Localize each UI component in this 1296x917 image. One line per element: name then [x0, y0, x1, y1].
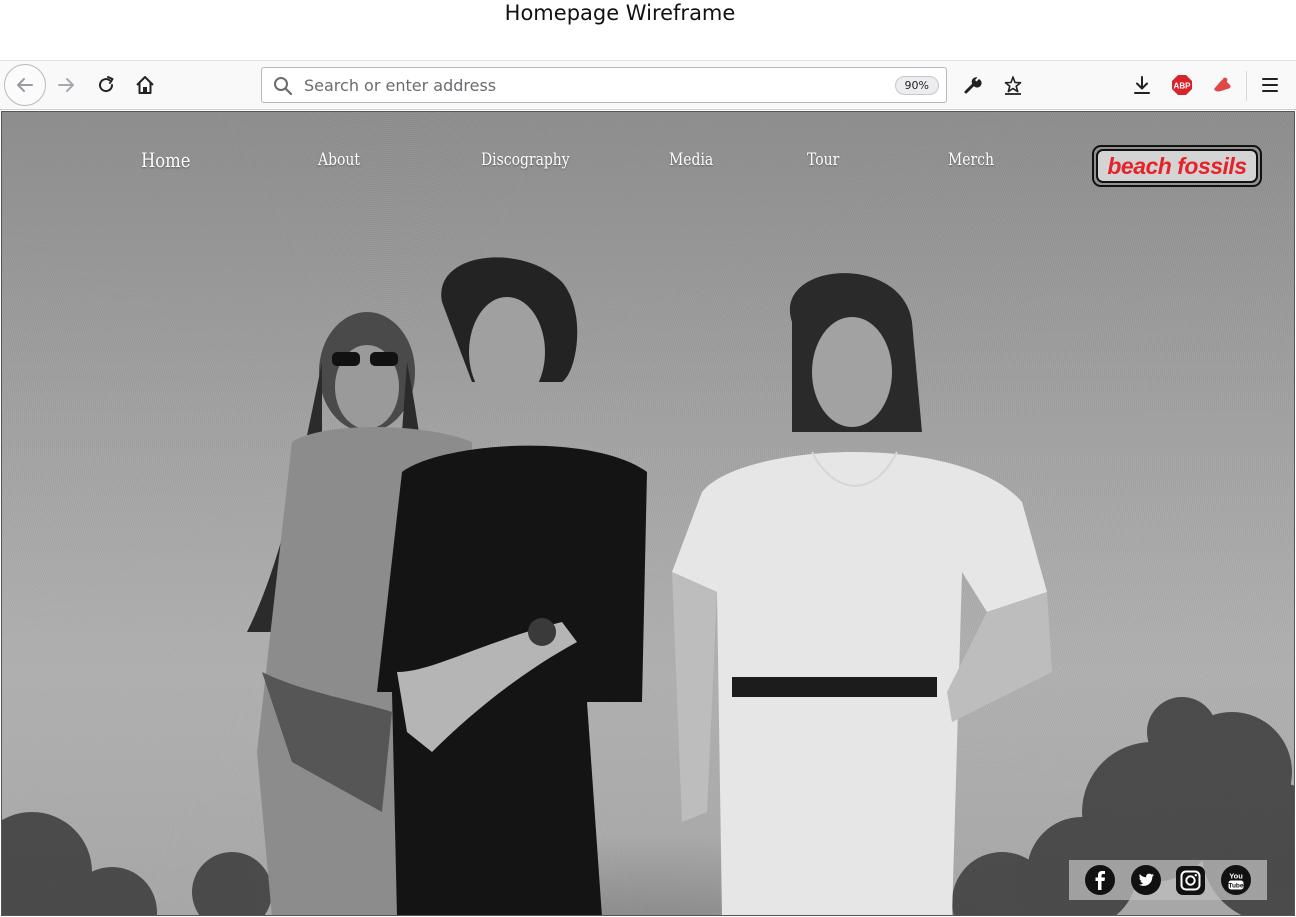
twitter-glyph: [1138, 873, 1154, 886]
band-logo-text: beach fossils: [1107, 152, 1247, 179]
svg-text:You: You: [1229, 872, 1243, 881]
instagram-glyph: [1180, 870, 1201, 890]
nav-merch[interactable]: Merch: [948, 150, 994, 178]
website-viewport: Home About Discography Media Tour Merch …: [1, 111, 1295, 916]
reload-button[interactable]: [88, 61, 124, 109]
facebook-icon[interactable]: [1084, 865, 1115, 895]
menu-button[interactable]: [1252, 61, 1288, 109]
address-bar[interactable]: 90%: [261, 67, 947, 103]
instagram-icon[interactable]: [1176, 865, 1206, 895]
forward-icon: [58, 78, 74, 92]
zoom-level-badge[interactable]: 90%: [894, 76, 939, 95]
back-button[interactable]: [4, 64, 46, 106]
bookmark-star-icon: [1004, 76, 1022, 95]
wrench-icon: [964, 77, 982, 94]
band-photo: [2, 257, 1294, 915]
extension-icon: [1214, 77, 1231, 92]
nav-discography[interactable]: Discography: [481, 150, 570, 178]
social-links-bar: You Tube: [1069, 860, 1267, 900]
svg-text:Tube: Tube: [1229, 883, 1244, 890]
band-logo[interactable]: beach fossils: [1092, 145, 1262, 187]
forward-button[interactable]: [48, 61, 84, 109]
toolbar-divider: [1246, 71, 1247, 101]
reload-icon: [99, 76, 114, 93]
band-logo-frame: beach fossils: [1096, 149, 1258, 183]
adblock-plus-icon: ABP: [1172, 75, 1192, 95]
twitter-icon[interactable]: [1130, 865, 1161, 895]
home-button[interactable]: [127, 61, 163, 109]
youtube-glyph: You Tube: [1229, 872, 1244, 890]
home-icon: [136, 76, 154, 94]
svg-text:ABP: ABP: [1174, 82, 1192, 91]
youtube-icon[interactable]: You Tube: [1221, 865, 1252, 895]
download-icon: [1134, 76, 1150, 94]
adblock-plus-button[interactable]: ABP: [1164, 61, 1200, 109]
facebook-glyph: [1095, 871, 1105, 890]
extension-button[interactable]: [1204, 61, 1240, 109]
address-input[interactable]: [304, 68, 864, 102]
downloads-button[interactable]: [1124, 61, 1160, 109]
nav-tour[interactable]: Tour: [807, 150, 839, 178]
back-icon: [17, 78, 33, 92]
hamburger-menu-icon: [1262, 78, 1278, 92]
browser-toolbar: 90% ABP: [0, 60, 1296, 110]
bookmarks-button[interactable]: [995, 61, 1031, 109]
nav-media[interactable]: Media: [669, 150, 713, 178]
developer-tools-button[interactable]: [955, 61, 991, 109]
search-icon: [274, 77, 293, 96]
nav-home[interactable]: Home: [141, 148, 190, 176]
nav-about[interactable]: About: [318, 150, 360, 178]
wireframe-title: Homepage Wireframe: [504, 1, 736, 25]
